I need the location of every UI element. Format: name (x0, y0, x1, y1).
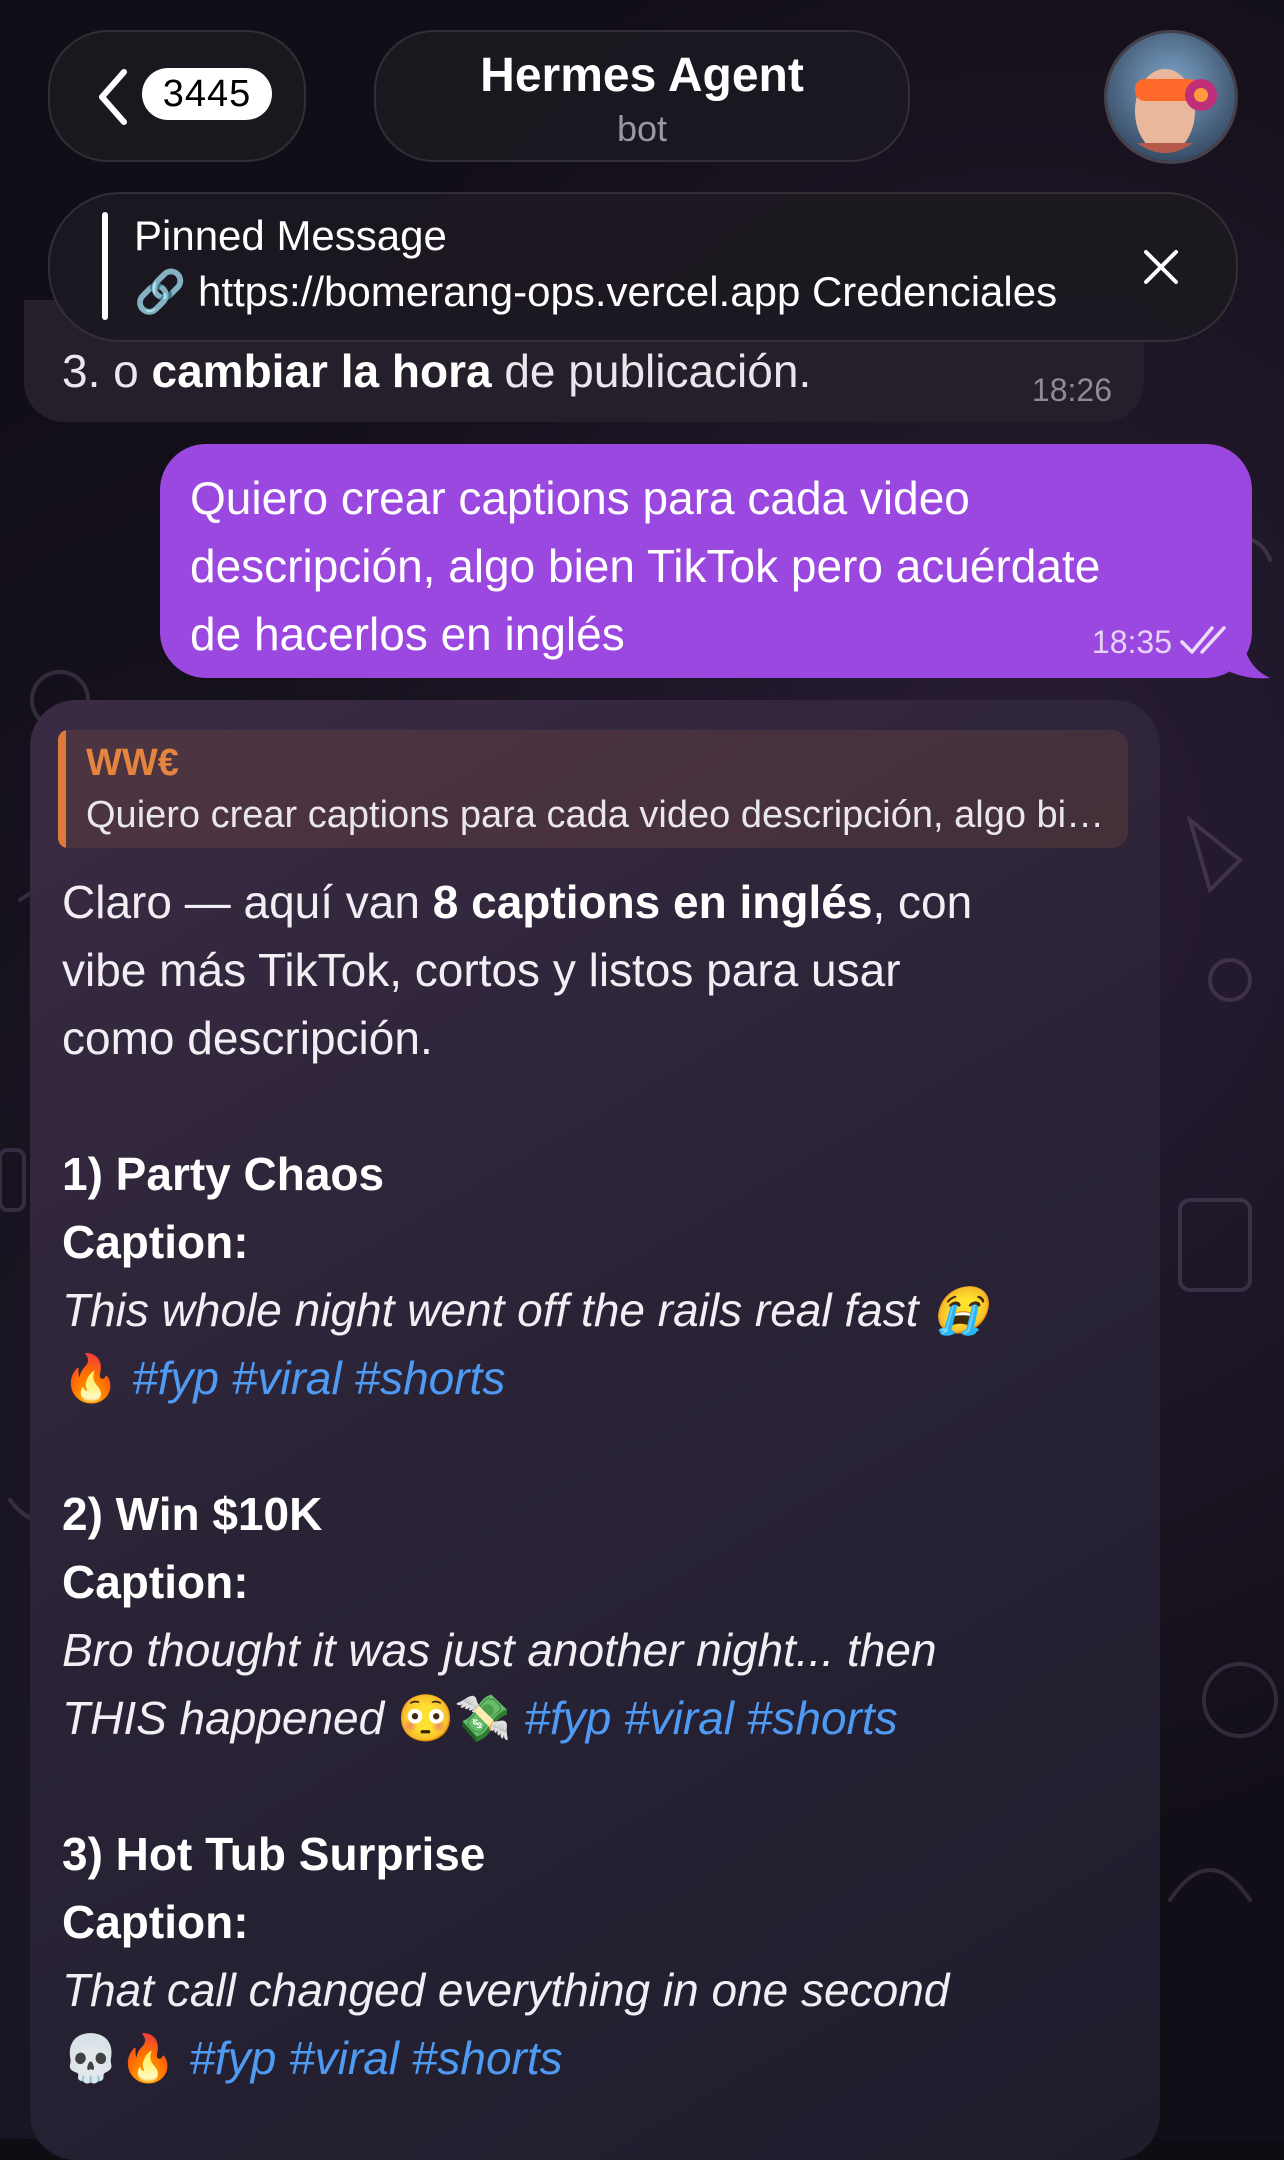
message-body: Claro — aquí van 8 captions en inglés, c… (62, 868, 1142, 2092)
chevron-left-icon (99, 69, 127, 125)
chat-title-button[interactable]: Hermes Agent bot (374, 30, 910, 162)
intro-line: Claro — aquí van 8 captions en inglés, c… (62, 876, 973, 928)
caption-text: THIS happened 😳💸 #fyp #viral #shorts (62, 1692, 898, 1744)
reply-text: Quiero crear captions para cada video de… (86, 794, 1116, 836)
hashtags-link[interactable]: #fyp #viral #shorts (524, 1692, 897, 1744)
back-button[interactable]: 3445 (48, 30, 306, 162)
incoming-message-bubble[interactable]: WW€ Quiero crear captions para cada vide… (30, 700, 1160, 2160)
message-line: de hacerlos en inglés (190, 608, 625, 660)
double-check-icon (1180, 626, 1226, 654)
caption-label: Caption: (62, 1556, 249, 1608)
bot-avatar[interactable] (1104, 30, 1238, 164)
chat-title: Hermes Agent (480, 49, 804, 102)
reply-accent-bar (58, 730, 66, 848)
message-time: 18:26 (1031, 372, 1112, 408)
caption-text: That call changed everything in one seco… (62, 1964, 950, 2016)
pinned-text: 🔗 https://bomerang-ops.vercel.app Creden… (134, 268, 1058, 315)
caption-heading: 1) Party Chaos (62, 1148, 385, 1200)
avatar-image (1107, 33, 1235, 161)
caption-heading: 3) Hot Tub Surprise (62, 1828, 486, 1880)
intro-line: como descripción. (62, 1012, 433, 1064)
message-line: Quiero crear captions para cada video (190, 472, 970, 524)
close-icon[interactable] (1140, 246, 1182, 288)
pinned-label: Pinned Message (134, 212, 447, 259)
caption-text: This whole night went off the rails real… (62, 1284, 989, 1336)
outgoing-message-bubble[interactable]: Quiero crear captions para cada video de… (160, 444, 1252, 678)
unread-count-badge: 3445 (142, 68, 272, 120)
pinned-indicator (102, 212, 108, 320)
outgoing-message-text: Quiero crear captions para cada video de… (190, 464, 1220, 668)
message-time: 18:35 (1091, 624, 1172, 660)
caption-heading: 2) Win $10K (62, 1488, 323, 1540)
caption-label: Caption: (62, 1216, 249, 1268)
previous-message-text: 3. o cambiar la hora de publicación. (62, 345, 812, 397)
hashtags-link[interactable]: #fyp #viral #shorts (189, 2032, 562, 2084)
caption-label: Caption: (62, 1896, 249, 1948)
caption-text: Bro thought it was just another night...… (62, 1624, 937, 1676)
chat-subtitle: bot (616, 108, 668, 149)
reply-quote[interactable]: WW€ Quiero crear captions para cada vide… (58, 730, 1128, 848)
bubble-tail (1230, 632, 1270, 679)
caption-text: 💀🔥 #fyp #viral #shorts (62, 2032, 563, 2084)
pinned-message-bar[interactable]: Pinned Message 🔗 https://bomerang-ops.ve… (48, 192, 1238, 342)
intro-line: vibe más TikTok, cortos y listos para us… (62, 944, 901, 996)
reply-author: WW€ (86, 742, 179, 784)
hashtags-link[interactable]: #fyp #viral #shorts (132, 1352, 505, 1404)
caption-text: 🔥 #fyp #viral #shorts (62, 1352, 506, 1404)
message-line: descripción, algo bien TikTok pero acuér… (190, 540, 1101, 592)
